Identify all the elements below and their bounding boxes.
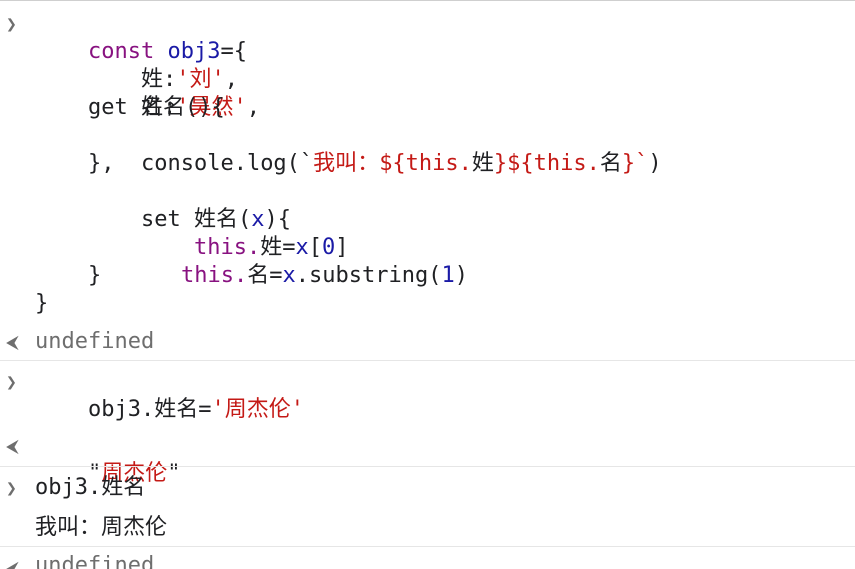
divider [0,360,855,361]
code-text: obj3.姓名= [87,397,212,422]
template-expr: }${this. [493,151,600,176]
output-prompt-icon: ⮜ [6,332,19,353]
result-text: undefined [35,553,155,569]
code-line-2: 姓:'刘', [88,38,238,92]
quote: ' [233,95,247,120]
template-expr: }` [621,151,649,176]
code-text: ) [648,151,662,176]
quote: ' [290,397,304,422]
code-line-4: get 姓名(){ [88,95,225,120]
code-text: .substring( [295,263,442,288]
code-line: obj3.姓名='周杰伦' [35,368,304,422]
input-prompt-icon: ❯ [6,372,17,393]
code-line-8: this.姓=x[0] [141,206,349,260]
template-expr: ${this. [379,151,472,176]
code-line-11: } [35,291,49,316]
code-line-9: this.名=x.substring(1) [128,234,468,288]
code-line-5: console.log(`我叫：${this.姓}${this.名}`) [88,122,662,176]
operator: = [269,263,283,288]
output-prompt-icon: ⮜ [6,436,19,457]
code-line-10: } [88,263,102,288]
parameter: x [282,263,296,288]
quote: ' [211,397,225,422]
result-string: "周杰伦" [35,432,181,486]
code-line: obj3.姓名 [35,475,146,500]
console-log-message: 我叫：周杰伦 [35,515,168,540]
code-line-7: set 姓名(x){ [88,178,291,232]
property-ref: 名 [599,151,622,176]
code-line-6: }, [88,151,115,176]
input-prompt-icon: ❯ [6,478,17,499]
top-border [0,0,855,1]
property-ref: 名 [247,263,270,288]
result-text: undefined [35,329,155,354]
input-prompt-icon: ❯ [6,14,17,35]
divider [0,546,855,547]
property-ref: 姓 [471,151,494,176]
code-text: ) [454,263,468,288]
comma: , [246,95,261,120]
quote: " [167,461,181,486]
code-line-3: 名:'昊然', [88,66,260,120]
output-prompt-icon: ⮜ [6,558,19,569]
keyword-this: this. [180,263,248,288]
divider [0,466,855,467]
number: 1 [441,263,455,288]
string-value: 周杰伦 [224,397,291,422]
template-string: 我叫： [313,151,380,176]
code-line-1: const obj3={ [35,10,247,64]
code-text: console.log(` [140,151,314,176]
